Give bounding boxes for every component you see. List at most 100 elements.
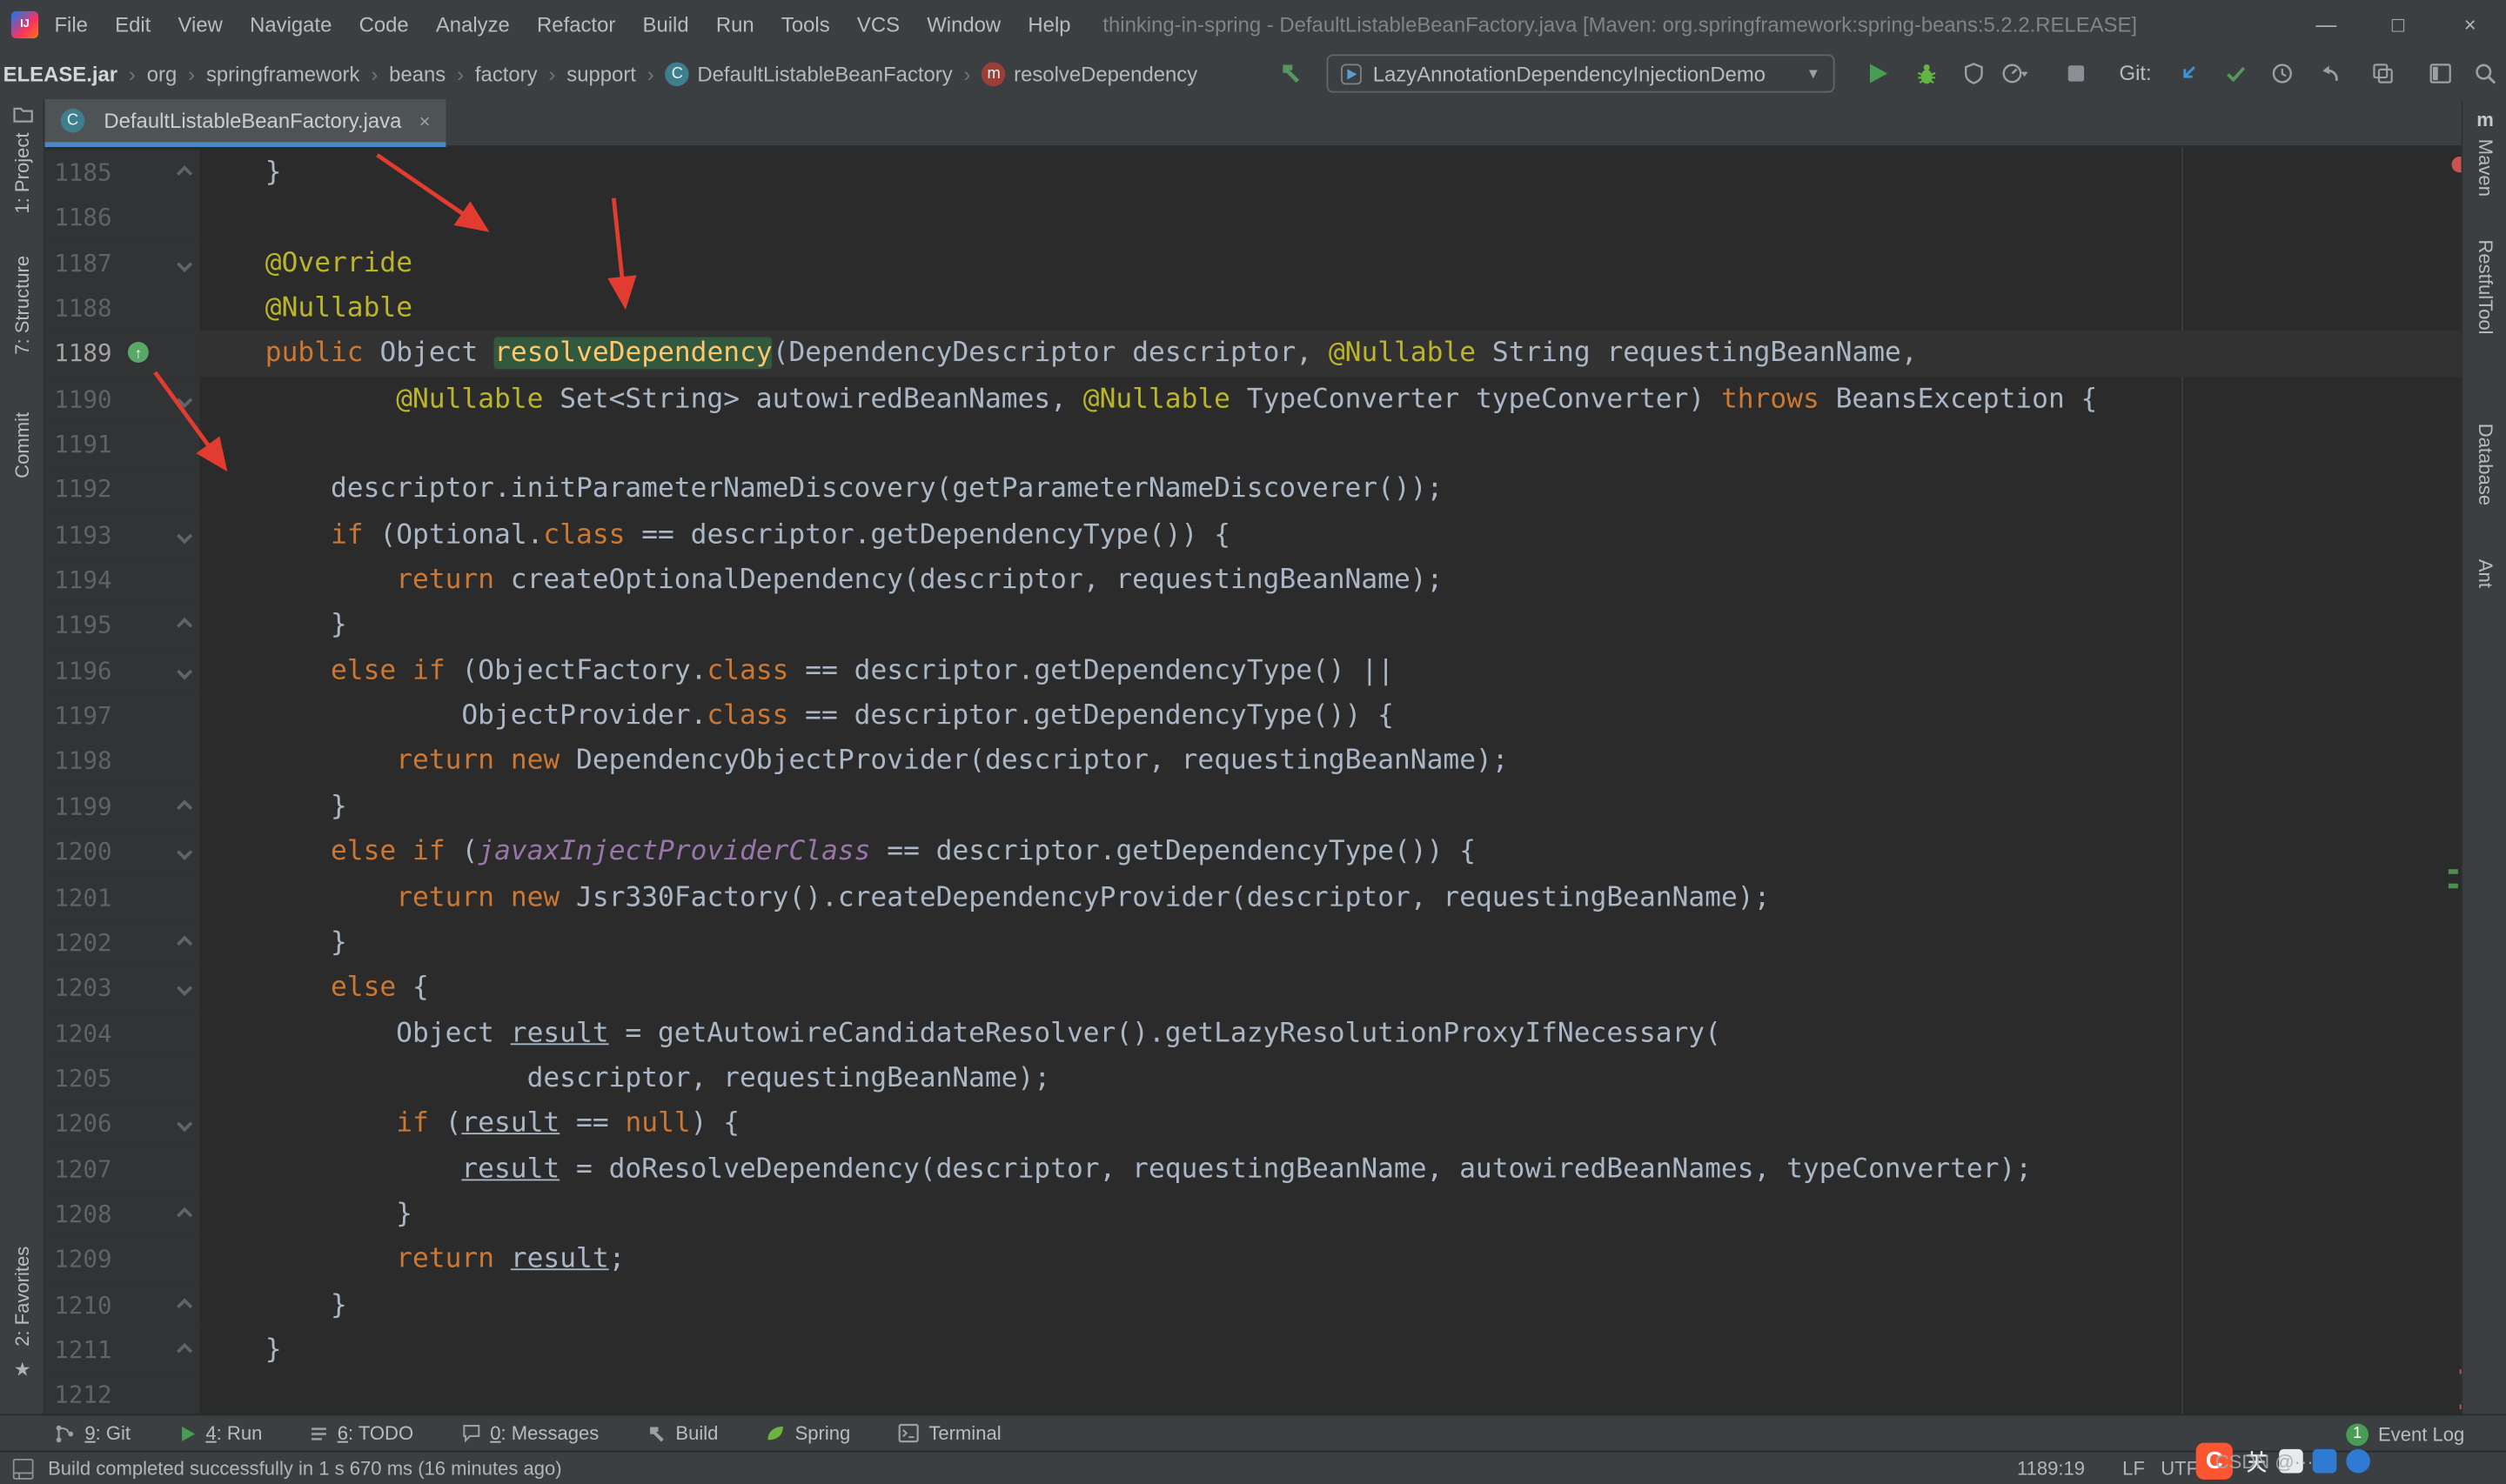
code-line[interactable]: 1191: [44, 422, 2461, 468]
code-line[interactable]: 1206 if (result == null) {: [44, 1100, 2461, 1146]
code-line[interactable]: 1187 @Override: [44, 240, 2461, 286]
menu-item-refactor[interactable]: Refactor: [537, 12, 615, 37]
menu-item-window[interactable]: Window: [927, 12, 1001, 37]
line-number[interactable]: 1210: [44, 1282, 111, 1327]
line-number[interactable]: 1212: [44, 1373, 111, 1414]
code-line[interactable]: 1194 return createOptionalDependency(des…: [44, 558, 2461, 604]
fold-end-icon[interactable]: [177, 165, 193, 182]
menu-item-tools[interactable]: Tools: [781, 12, 830, 37]
vcs-change-stripe-mark[interactable]: [2448, 869, 2458, 874]
profiler-button[interactable]: [2001, 59, 2030, 88]
code-line[interactable]: 1207 result = doResolveDependency(descri…: [44, 1146, 2461, 1193]
code-line[interactable]: 1202 }: [44, 919, 2461, 966]
tool-window-toggle-icon[interactable]: [12, 1458, 34, 1484]
fold-start-icon[interactable]: [177, 527, 193, 544]
tab-defaultlistablebeanfactory[interactable]: C DefaultListableBeanFactory.java ×: [44, 98, 446, 147]
fold-start-icon[interactable]: [177, 1116, 193, 1133]
close-tab-icon[interactable]: ×: [419, 110, 431, 132]
error-indicator-icon[interactable]: [2451, 156, 2462, 173]
code-editor[interactable]: 1185 } 1186 1187 @Override 1188 @Nullable 11…: [44, 146, 2462, 1414]
toolwindow-button-terminal[interactable]: Terminal: [898, 1422, 1002, 1444]
code-line[interactable]: 1196 else if (ObjectFactory.class == des…: [44, 648, 2461, 694]
code-line[interactable]: 1205 descriptor, requestingBeanName);: [44, 1055, 2461, 1101]
run-configuration-select[interactable]: LazyAnnotationDependencyInjectionDemo ▼: [1326, 54, 1835, 93]
toolwindow-button-git[interactable]: 9: Git: [54, 1422, 131, 1444]
code-line[interactable]: 1208 }: [44, 1192, 2461, 1238]
rollback-button[interactable]: [2315, 59, 2343, 88]
line-number[interactable]: 1206: [44, 1101, 111, 1146]
fold-end-icon[interactable]: [177, 1342, 193, 1359]
fold-start-icon[interactable]: [177, 256, 193, 272]
menu-item-edit[interactable]: Edit: [115, 12, 151, 37]
line-number[interactable]: 1190: [44, 377, 111, 422]
overrides-method-gutter-icon[interactable]: ↑: [127, 342, 149, 363]
fold-end-icon[interactable]: [177, 935, 193, 952]
line-number[interactable]: 1207: [44, 1146, 111, 1192]
sidebar-item-ant[interactable]: Ant: [2462, 559, 2506, 588]
breadcrumb-item[interactable]: beans: [389, 62, 446, 86]
caret-position[interactable]: 1189:19: [2017, 1457, 2085, 1480]
sidebar-item-maven[interactable]: m Maven: [2462, 109, 2506, 197]
code-line[interactable]: 1190 @Nullable Set<String> autowiredBean…: [44, 376, 2461, 423]
line-number[interactable]: 1199: [44, 784, 111, 829]
code-line[interactable]: 1192 descriptor.initParameterNameDiscove…: [44, 467, 2461, 513]
line-number[interactable]: 1191: [44, 422, 111, 467]
line-number[interactable]: 1198: [44, 739, 111, 784]
toolwindow-button-run[interactable]: 4: Run: [178, 1422, 262, 1444]
code-line[interactable]: 1200 else if (javaxInjectProviderClass =…: [44, 829, 2461, 875]
sidebar-item-commit[interactable]: Commit: [0, 412, 44, 478]
fold-end-icon[interactable]: [177, 1297, 193, 1314]
toolwindow-button-build[interactable]: Build: [647, 1422, 718, 1444]
line-number[interactable]: 1203: [44, 966, 111, 1011]
code-line[interactable]: 1212: [44, 1373, 2461, 1414]
line-number[interactable]: 1204: [44, 1011, 111, 1056]
update-project-button[interactable]: [2174, 59, 2202, 88]
fold-end-icon[interactable]: [177, 799, 193, 816]
code-line[interactable]: 1193 if (Optional.class == descriptor.ge…: [44, 512, 2461, 558]
line-number[interactable]: 1194: [44, 558, 111, 603]
shelve-changes-icon[interactable]: [2369, 59, 2397, 88]
sidebar-item-database[interactable]: Database: [2462, 424, 2506, 505]
breadcrumb-item[interactable]: org: [147, 62, 178, 86]
line-number[interactable]: 1193: [44, 512, 111, 558]
fold-start-icon[interactable]: [177, 663, 193, 680]
fold-start-icon[interactable]: [177, 391, 193, 408]
menu-item-vcs[interactable]: VCS: [857, 12, 900, 37]
vcs-change-stripe-mark[interactable]: [2448, 883, 2458, 889]
sidebar-item-structure[interactable]: 7: Structure: [0, 256, 44, 355]
fold-end-icon[interactable]: [177, 618, 193, 634]
maximize-button[interactable]: □: [2362, 0, 2435, 48]
code-line[interactable]: 1198 return new DependencyObjectProvider…: [44, 739, 2461, 785]
line-number[interactable]: 1208: [44, 1192, 111, 1237]
code-line[interactable]: 1188 @Nullable: [44, 285, 2461, 331]
menu-item-file[interactable]: File: [54, 12, 87, 37]
code-line[interactable]: 1185 }: [44, 150, 2461, 196]
menu-item-analyze[interactable]: Analyze: [436, 12, 510, 37]
sidebar-item-project[interactable]: 1: Project: [0, 105, 44, 214]
toolwindow-button-messages[interactable]: 0: Messages: [461, 1422, 599, 1444]
build-hammer-icon[interactable]: [1278, 59, 1307, 88]
toolwindow-button-spring[interactable]: Spring: [767, 1422, 850, 1444]
code-line[interactable]: 1209 return result;: [44, 1237, 2461, 1283]
line-number[interactable]: 1197: [44, 693, 111, 739]
fold-end-icon[interactable]: [177, 1207, 193, 1223]
debug-button[interactable]: [1912, 59, 1940, 88]
coverage-button[interactable]: [1960, 59, 1988, 88]
line-number[interactable]: 1195: [44, 603, 111, 648]
window-layout-icon[interactable]: [2426, 59, 2455, 88]
menu-item-run[interactable]: Run: [716, 12, 754, 37]
menu-item-code[interactable]: Code: [359, 12, 409, 37]
line-number[interactable]: 1211: [44, 1327, 111, 1373]
code-line[interactable]: 1211 }: [44, 1327, 2461, 1374]
commit-button[interactable]: [2221, 59, 2250, 88]
fold-start-icon[interactable]: [177, 845, 193, 861]
breadcrumb-item[interactable]: factory: [475, 62, 538, 86]
menu-item-build[interactable]: Build: [643, 12, 689, 37]
line-number[interactable]: 1200: [44, 830, 111, 875]
line-separator-indicator[interactable]: LF: [2122, 1457, 2145, 1480]
close-button[interactable]: ×: [2434, 0, 2506, 48]
code-line[interactable]: 1203 else {: [44, 965, 2461, 1011]
line-number[interactable]: 1186: [44, 196, 111, 241]
menu-item-help[interactable]: Help: [1028, 12, 1070, 37]
line-number[interactable]: 1185: [44, 150, 111, 196]
